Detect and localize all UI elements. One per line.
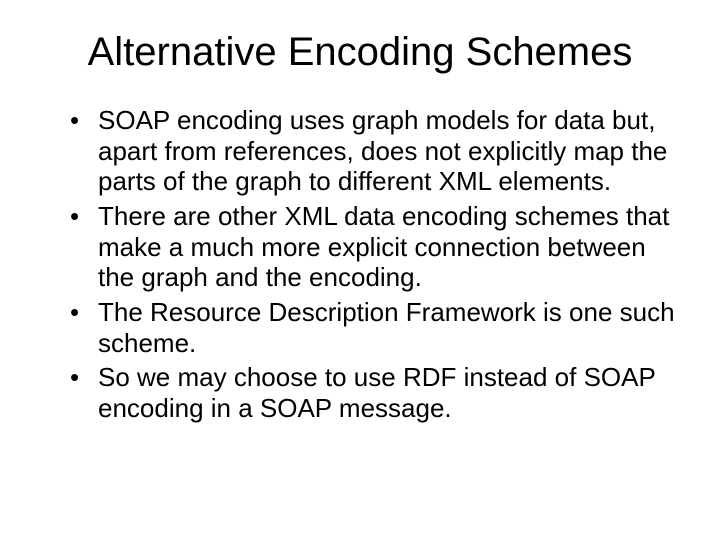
slide: Alternative Encoding Schemes SOAP encodi… [0, 0, 720, 540]
slide-title: Alternative Encoding Schemes [40, 30, 680, 75]
list-item: There are other XML data encoding scheme… [70, 201, 680, 293]
list-item: The Resource Description Framework is on… [70, 297, 680, 358]
bullet-list: SOAP encoding uses graph models for data… [70, 105, 680, 424]
list-item: SOAP encoding uses graph models for data… [70, 105, 680, 197]
list-item: So we may choose to use RDF instead of S… [70, 362, 680, 423]
